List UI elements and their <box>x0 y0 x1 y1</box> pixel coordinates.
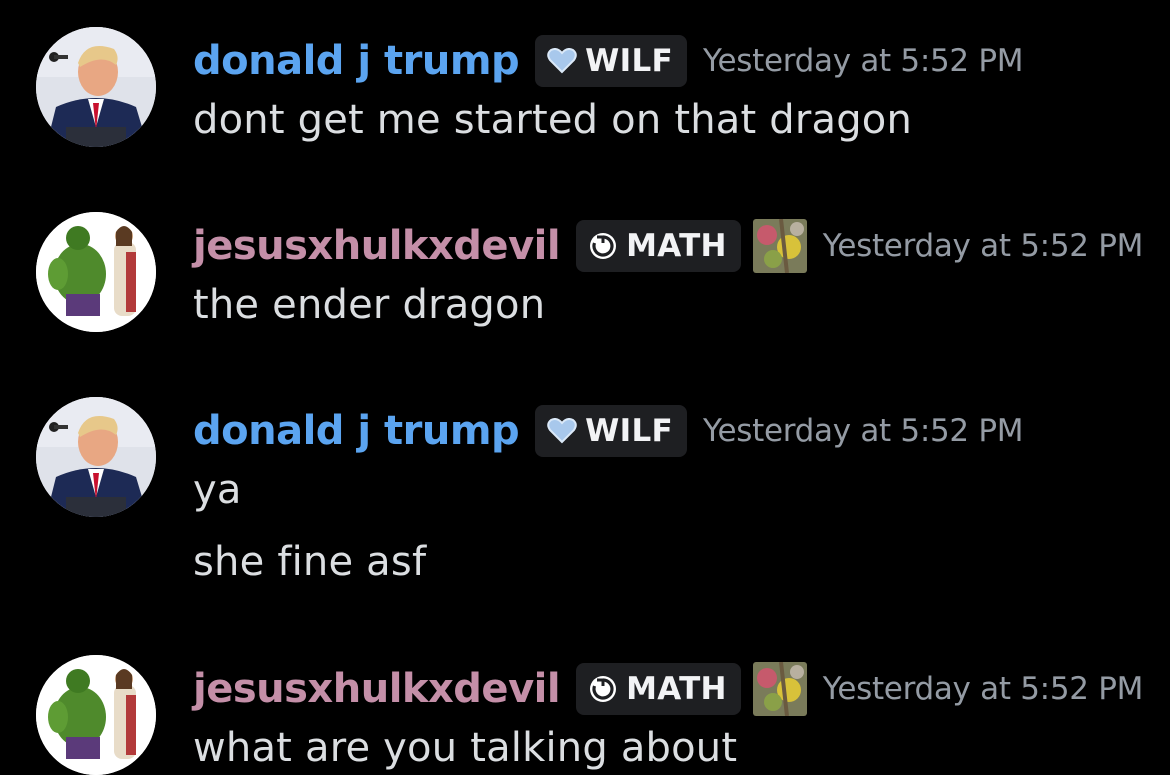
message-header: donald j trump WILF Yesterday at 5:52 PM <box>193 31 1024 91</box>
message-text: what are you talking about <box>193 725 738 771</box>
timestamp: Yesterday at 5:52 PM <box>702 413 1024 449</box>
reload-icon <box>590 233 617 259</box>
tag-label: MATH <box>626 671 727 707</box>
message-text: the ender dragon <box>193 282 546 328</box>
username[interactable]: jesusxhulkxdevil <box>193 666 561 712</box>
tag-label: MATH <box>626 228 727 264</box>
trump-avatar[interactable] <box>36 27 156 147</box>
hulk-jesus-avatar[interactable] <box>36 212 156 332</box>
username[interactable]: jesusxhulkxdevil <box>193 223 561 269</box>
timestamp: Yesterday at 5:52 PM <box>822 228 1144 264</box>
message-header: jesusxhulkxdevil MATH Yesterday at 5:52 … <box>193 659 1143 719</box>
heart-icon <box>547 418 577 444</box>
message-header: jesusxhulkxdevil MATH Yesterday at 5:52 … <box>193 216 1143 276</box>
heart-icon <box>547 48 577 74</box>
message-text: ya <box>193 467 242 513</box>
guild-tag[interactable]: WILF <box>535 35 687 87</box>
username[interactable]: donald j trump <box>193 38 520 84</box>
timestamp: Yesterday at 5:52 PM <box>702 43 1024 79</box>
tag-label: WILF <box>585 413 673 449</box>
guild-tag[interactable]: MATH <box>576 220 741 272</box>
tag-label: WILF <box>585 43 673 79</box>
guild-tag[interactable]: MATH <box>576 663 741 715</box>
flower-icon <box>752 219 807 273</box>
hulk-jesus-avatar[interactable] <box>36 655 156 775</box>
message-header: donald j trump WILF Yesterday at 5:52 PM <box>193 401 1024 461</box>
trump-avatar[interactable] <box>36 397 156 517</box>
flower-icon <box>752 662 807 716</box>
guild-tag[interactable]: WILF <box>535 405 687 457</box>
message-text: dont get me started on that dragon <box>193 97 913 143</box>
reload-icon <box>590 676 617 702</box>
timestamp: Yesterday at 5:52 PM <box>822 671 1144 707</box>
username[interactable]: donald j trump <box>193 408 520 454</box>
message-text: she fine asf <box>193 539 427 585</box>
